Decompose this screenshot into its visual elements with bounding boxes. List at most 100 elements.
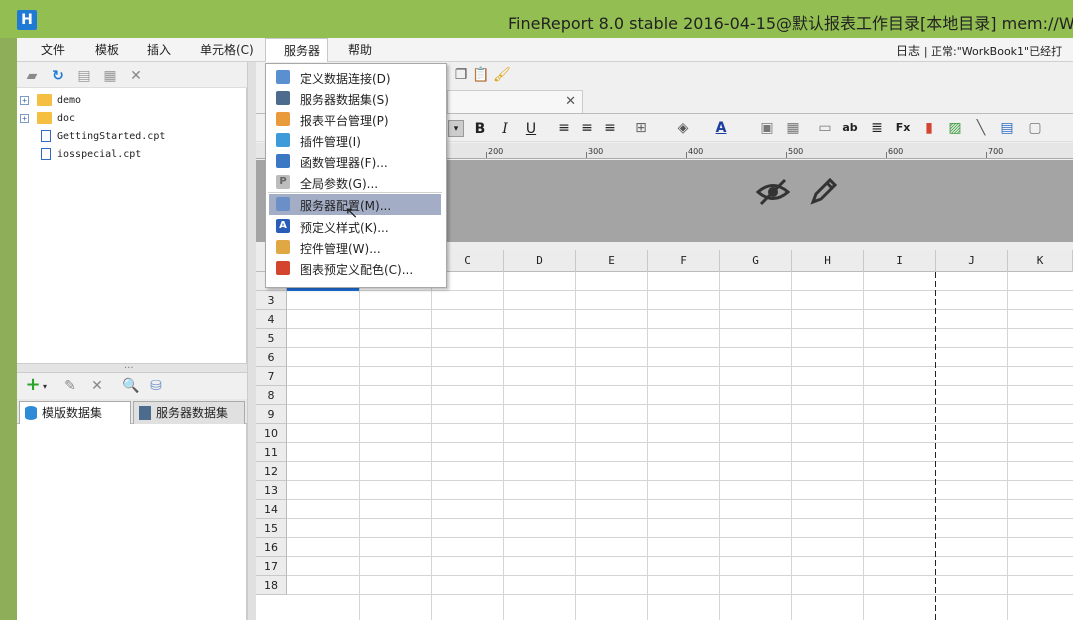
- text-field-icon[interactable]: ▭: [817, 120, 833, 136]
- menu-item-icon: [276, 70, 290, 84]
- spreadsheet-grid[interactable]: 23456789101112131415161718: [256, 272, 1073, 620]
- row-header-cell[interactable]: 13: [256, 481, 287, 500]
- edit-icon[interactable]: ✎: [62, 378, 78, 394]
- splitter-grip: ...: [124, 360, 134, 371]
- row-header-cell[interactable]: 4: [256, 310, 287, 329]
- editor-tab[interactable]: ✕: [447, 90, 583, 114]
- row-header-cell[interactable]: 6: [256, 348, 287, 367]
- server-menu-item[interactable]: P 全局参数(G)...: [269, 172, 441, 193]
- preview-icon[interactable]: 🔍: [122, 378, 139, 394]
- copy-icon[interactable]: ❐: [453, 67, 469, 83]
- panel-splitter[interactable]: ...: [17, 360, 247, 373]
- vertical-splitter[interactable]: [247, 62, 256, 620]
- delete-icon[interactable]: ✕: [128, 68, 144, 84]
- row-header-cell[interactable]: 16: [256, 538, 287, 557]
- row-header-cell[interactable]: 10: [256, 424, 287, 443]
- column-header-cell[interactable]: G: [720, 250, 792, 272]
- server-menu-item[interactable]: 图表预定义配色(C)...: [269, 258, 441, 279]
- chevron-down-icon[interactable]: ▾: [37, 379, 53, 395]
- server-menu-item[interactable]: 插件管理(I): [269, 130, 441, 151]
- underline-icon[interactable]: U: [523, 121, 539, 137]
- tree-item-label: demo: [57, 95, 82, 106]
- align-right-icon[interactable]: ≡: [602, 120, 618, 136]
- fill-color-icon[interactable]: ◈: [675, 120, 691, 136]
- pencil-icon[interactable]: [808, 175, 840, 207]
- hide-eye-icon[interactable]: [756, 177, 790, 207]
- menu-template[interactable]: 模板: [95, 41, 119, 58]
- lock-icon[interactable]: ▦: [102, 68, 118, 84]
- row-header-cell[interactable]: 8: [256, 386, 287, 405]
- align-center-icon[interactable]: ≡: [579, 120, 595, 136]
- close-icon[interactable]: ✕: [565, 94, 576, 109]
- font-size-dropdown[interactable]: ▾: [448, 120, 464, 137]
- report-file-icon: [41, 148, 51, 160]
- more-icon[interactable]: ▢: [1027, 120, 1043, 136]
- border-icon[interactable]: ⊞: [633, 120, 649, 136]
- tree-item-label: doc: [57, 113, 76, 124]
- server-menu-item[interactable]: 服务器数据集(S): [269, 88, 441, 109]
- delete-icon[interactable]: ✕: [89, 378, 105, 394]
- tab-server-dataset[interactable]: 服务器数据集: [133, 401, 245, 424]
- server-menu-item[interactable]: 定义数据连接(D): [269, 67, 441, 88]
- server-menu-item[interactable]: 控件管理(W)...: [269, 237, 441, 258]
- tree-item-label: iosspecial.cpt: [57, 149, 142, 160]
- slash-icon[interactable]: ╲: [973, 120, 989, 136]
- menu-server[interactable]: 服务器: [265, 38, 328, 63]
- paragraph-icon[interactable]: ≣: [869, 120, 885, 136]
- row-header-cell[interactable]: 17: [256, 557, 287, 576]
- menu-file[interactable]: 文件: [41, 41, 65, 58]
- server-dataset-icon[interactable]: ⛁: [148, 378, 164, 394]
- row-header-cell[interactable]: 14: [256, 500, 287, 519]
- row-header-cell[interactable]: 12: [256, 462, 287, 481]
- row-header-cell[interactable]: 9: [256, 405, 287, 424]
- row-header-cell[interactable]: 5: [256, 329, 287, 348]
- row-header-cell[interactable]: 3: [256, 291, 287, 310]
- column-header-cell[interactable]: J: [936, 250, 1008, 272]
- open-folder-icon[interactable]: ▰: [24, 68, 40, 84]
- status-area: 日志 | 正常:"WorkBook1"已经打: [896, 42, 1062, 59]
- ruler-tick: 500: [788, 147, 804, 156]
- expand-icon[interactable]: +: [20, 114, 29, 123]
- chart-icon[interactable]: ▮: [921, 120, 937, 136]
- paste-icon[interactable]: 📋: [472, 67, 489, 83]
- row-header-cell[interactable]: 18: [256, 576, 287, 595]
- column-header-cell[interactable]: F: [648, 250, 720, 272]
- unmerge-cells-icon[interactable]: ▦: [785, 120, 801, 136]
- refresh-icon[interactable]: ↻: [50, 68, 66, 84]
- formula-icon[interactable]: Fx: [895, 120, 911, 136]
- row-header-cell[interactable]: 7: [256, 367, 287, 386]
- column-header-cell[interactable]: D: [504, 250, 576, 272]
- tree-item-label: GettingStarted.cpt: [57, 131, 166, 142]
- menu-help[interactable]: 帮助: [348, 41, 372, 58]
- menu-cell[interactable]: 单元格(C): [200, 41, 254, 58]
- column-header-cell[interactable]: K: [1008, 250, 1073, 272]
- column-header-cell[interactable]: H: [792, 250, 864, 272]
- server-menu-item[interactable]: 函数管理器(F)...: [269, 151, 441, 172]
- row-header-cell[interactable]: 11: [256, 443, 287, 462]
- format-painter-icon[interactable]: 🖌: [493, 67, 511, 83]
- merge-cells-icon[interactable]: ▣: [759, 120, 775, 136]
- menu-item-label: 全局参数(G)...: [300, 177, 379, 191]
- tab-template-dataset[interactable]: 模版数据集: [19, 401, 131, 424]
- menu-item-icon: [276, 261, 290, 275]
- italic-icon[interactable]: I: [497, 121, 513, 137]
- column-header-cell[interactable]: I: [864, 250, 936, 272]
- app-logo-icon: H: [17, 10, 37, 30]
- align-left-icon[interactable]: ≡: [556, 120, 572, 136]
- font-color-icon[interactable]: A: [713, 120, 729, 136]
- document-icon[interactable]: ▤: [76, 68, 92, 84]
- image-icon[interactable]: ▨: [947, 120, 963, 136]
- menu-insert[interactable]: 插入: [147, 41, 171, 58]
- expand-icon[interactable]: +: [20, 96, 29, 105]
- log-link[interactable]: 日志: [896, 44, 920, 58]
- subreport-icon[interactable]: ▤: [999, 120, 1015, 136]
- folder-icon: [37, 112, 52, 124]
- menu-item-label: 报表平台管理(P): [300, 114, 389, 128]
- server-menu-item[interactable]: 报表平台管理(P): [269, 109, 441, 130]
- menu-item-icon: [276, 197, 290, 211]
- text-icon[interactable]: ab: [842, 120, 858, 136]
- menu-item-label: 定义数据连接(D): [300, 72, 391, 86]
- row-header-cell[interactable]: 15: [256, 519, 287, 538]
- column-header-cell[interactable]: E: [576, 250, 648, 272]
- bold-icon[interactable]: B: [472, 121, 488, 137]
